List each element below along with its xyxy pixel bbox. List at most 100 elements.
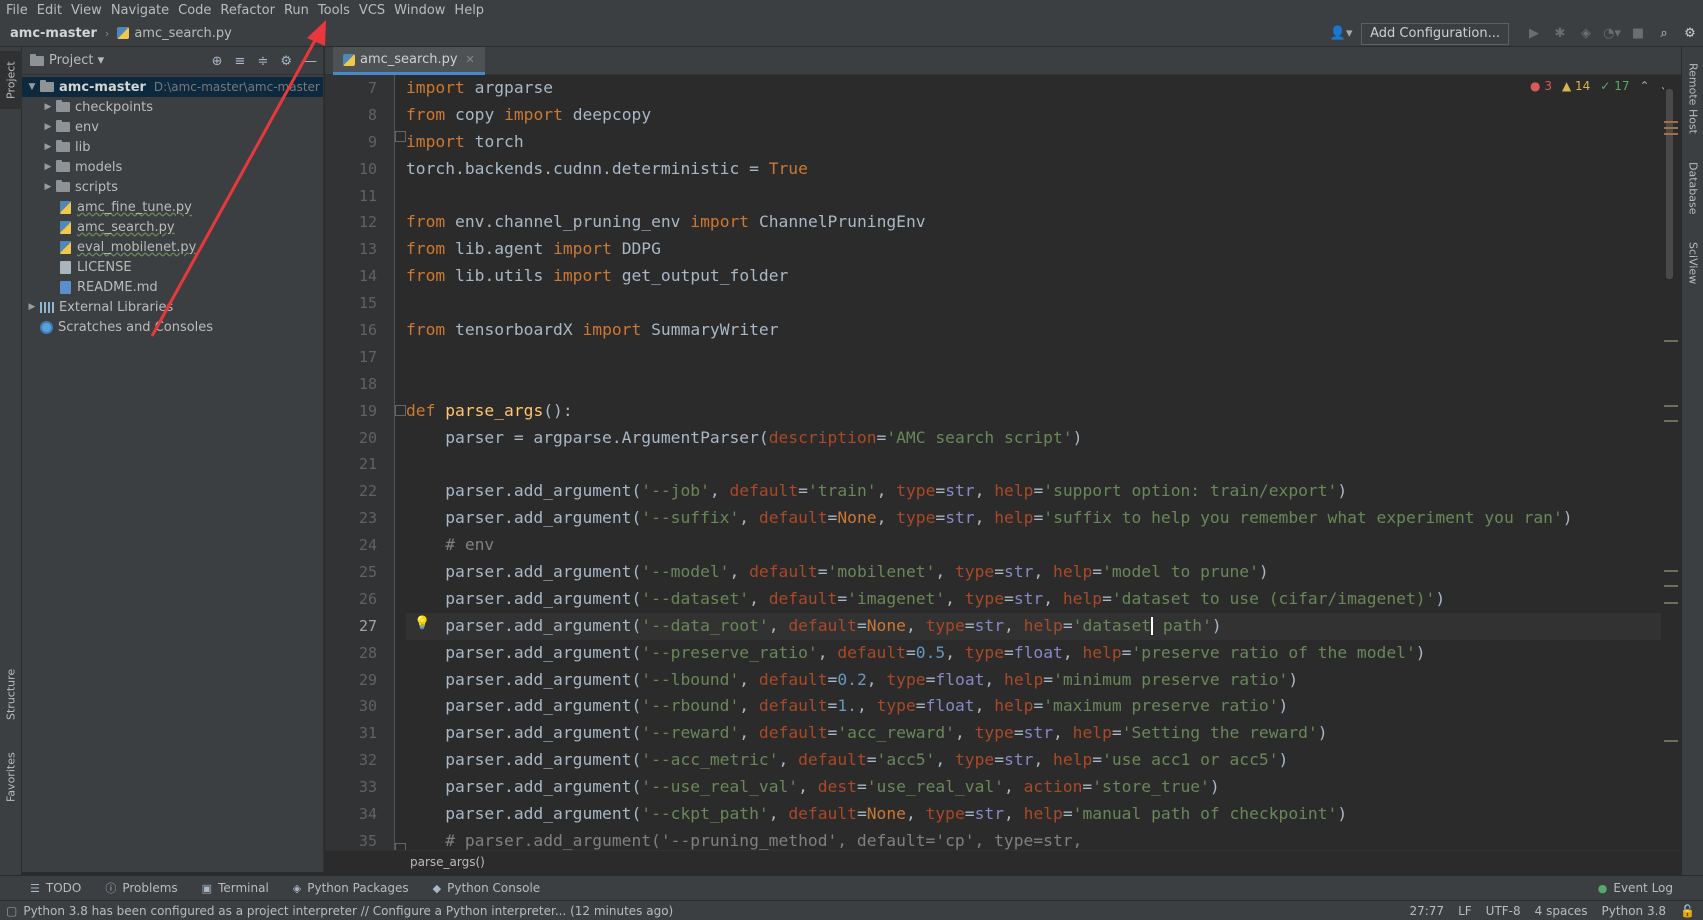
line-number[interactable]: 10 [325, 156, 394, 183]
tree-file[interactable]: eval_mobilenet.py [22, 237, 323, 257]
project-tool-tab[interactable]: Project [0, 51, 22, 109]
line-number[interactable]: 20 [325, 425, 394, 452]
code-line[interactable] [406, 183, 1661, 210]
menu-view[interactable]: View [69, 3, 109, 18]
menu-refactor[interactable]: Refactor [218, 3, 282, 18]
locate-icon[interactable]: ⊕ [212, 54, 223, 69]
line-number[interactable]: 22 [325, 478, 394, 505]
remote-host-tool-tab[interactable]: Remote Host [1682, 55, 1703, 141]
settings-gear-icon[interactable]: ⚙ [1677, 26, 1703, 41]
code-line[interactable]: parser.add_argument('--model', default='… [406, 559, 1661, 586]
line-number[interactable]: 31 [325, 720, 394, 747]
menu-help[interactable]: Help [452, 3, 491, 18]
tree-folder-scripts[interactable]: ▶ scripts [22, 177, 323, 197]
inspection-widget[interactable]: ● 3 ▲ 14 ✓ 17 ⌃ ⌄ [1530, 79, 1670, 93]
menu-edit[interactable]: Edit [35, 3, 69, 18]
error-stripe-mark[interactable] [1664, 420, 1678, 422]
line-number[interactable]: 16 [325, 317, 394, 344]
chevron-right-icon[interactable]: ▶ [40, 162, 56, 172]
caret-position[interactable]: 27:77 [1409, 904, 1444, 918]
line-number[interactable]: 15 [325, 290, 394, 317]
scrollbar-thumb[interactable] [1666, 89, 1673, 279]
code-line[interactable]: parser.add_argument('--job', default='tr… [406, 478, 1661, 505]
line-number[interactable]: 24 [325, 532, 394, 559]
file-encoding[interactable]: UTF-8 [1486, 904, 1521, 918]
expand-all-icon[interactable]: ≡ [235, 54, 246, 69]
user-icon[interactable]: 👤▾ [1321, 26, 1361, 41]
lock-icon[interactable]: 🔓 [1680, 904, 1695, 918]
error-stripe-mark[interactable] [1664, 570, 1678, 572]
code-line[interactable]: from copy import deepcopy [406, 102, 1661, 129]
line-number[interactable]: 26 [325, 586, 394, 613]
code-line[interactable]: parser.add_argument('--lbound', default=… [406, 667, 1661, 694]
error-stripe-mark[interactable] [1664, 340, 1678, 342]
code-line[interactable]: # env [406, 532, 1661, 559]
line-number[interactable]: 25 [325, 559, 394, 586]
code-line[interactable] [406, 371, 1661, 398]
menu-code[interactable]: Code [176, 3, 218, 18]
editor-tab-amc-search[interactable]: amc_search.py ✕ [333, 47, 485, 75]
code-line[interactable]: import argparse [406, 75, 1661, 102]
line-number[interactable]: 9 [325, 129, 394, 156]
line-number[interactable]: 28 [325, 640, 394, 667]
fold-marker-icon[interactable] [395, 405, 406, 416]
line-number[interactable]: 23 [325, 505, 394, 532]
tree-file[interactable]: README.md [22, 277, 323, 297]
python-packages-tool-button[interactable]: ◈ Python Packages [293, 881, 409, 895]
code-line[interactable]: parser.add_argument('--use_real_val', de… [406, 774, 1661, 801]
line-number[interactable]: 19 [325, 398, 394, 425]
line-number[interactable]: 8 [325, 102, 394, 129]
error-stripe-mark[interactable] [1664, 121, 1678, 123]
gear-icon[interactable]: ⚙ [280, 54, 292, 69]
line-separator[interactable]: LF [1458, 904, 1472, 918]
breadcrumb-file[interactable]: amc_search.py [117, 26, 232, 41]
menu-vcs[interactable]: VCS [357, 3, 392, 18]
code-line[interactable]: parser.add_argument('--rbound', default=… [406, 693, 1661, 720]
line-number[interactable]: 27 [325, 613, 394, 640]
menu-run[interactable]: Run [282, 3, 316, 18]
breadcrumb-project[interactable]: amc-master [10, 26, 97, 41]
menu-tools[interactable]: Tools [316, 3, 357, 18]
code-line[interactable]: from lib.utils import get_output_folder [406, 263, 1661, 290]
code-line[interactable] [406, 290, 1661, 317]
line-number[interactable]: 12 [325, 209, 394, 236]
line-number[interactable]: 35 [325, 828, 394, 850]
code-line[interactable] [406, 344, 1661, 371]
line-number[interactable]: 7 [325, 75, 394, 102]
run-icon[interactable]: ▶ [1521, 26, 1547, 41]
error-stripe-mark[interactable] [1664, 602, 1678, 604]
code-line[interactable]: parser.add_argument('--dataset', default… [406, 586, 1661, 613]
chevron-down-icon[interactable]: ▼ [24, 82, 40, 92]
line-number[interactable]: 17 [325, 344, 394, 371]
chevron-right-icon[interactable]: ▶ [40, 102, 56, 112]
code-line[interactable] [406, 451, 1661, 478]
code-line[interactable]: parser.add_argument('--acc_metric', defa… [406, 747, 1661, 774]
error-stripe-mark[interactable] [1664, 133, 1678, 135]
line-number[interactable]: 33 [325, 774, 394, 801]
breadcrumb-function[interactable]: parse_args() [410, 855, 485, 869]
tree-root[interactable]: ▼ amc-master D:\amc-master\amc-master [22, 77, 323, 97]
structure-tool-tab[interactable]: Structure [0, 659, 22, 729]
tree-scratches[interactable]: Scratches and Consoles [22, 317, 323, 337]
tree-file[interactable]: LICENSE [22, 257, 323, 277]
error-stripe-mark[interactable] [1664, 585, 1678, 587]
terminal-tool-button[interactable]: ▣ Terminal [202, 881, 269, 895]
code-line[interactable]: torch.backends.cudnn.deterministic = Tru… [406, 156, 1661, 183]
tree-external-libraries[interactable]: ▶ External Libraries [22, 297, 323, 317]
collapse-all-icon[interactable]: ≑ [257, 54, 268, 69]
problems-tool-button[interactable]: ⓘ Problems [105, 880, 177, 896]
python-console-tool-button[interactable]: ◆ Python Console [433, 881, 541, 895]
menu-window[interactable]: Window [392, 3, 452, 18]
code-line[interactable]: parser = argparse.ArgumentParser(descrip… [406, 425, 1661, 452]
code-line[interactable]: def parse_args(): [406, 398, 1661, 425]
event-log-button[interactable]: ● Event Log [1598, 881, 1673, 895]
code-editor[interactable]: import argparse from copy import deepcopy… [406, 75, 1661, 850]
code-line[interactable]: from env.channel_pruning_env import Chan… [406, 209, 1661, 236]
line-number[interactable]: 14 [325, 263, 394, 290]
code-line[interactable]: import torch [406, 129, 1661, 156]
code-line[interactable]: parser.add_argument('--suffix', default=… [406, 505, 1661, 532]
database-tool-tab[interactable]: Database [1682, 155, 1703, 221]
chevron-right-icon[interactable]: ▶ [40, 182, 56, 192]
python-interpreter[interactable]: Python 3.8 [1602, 904, 1667, 918]
tree-file[interactable]: amc_search.py [22, 217, 323, 237]
